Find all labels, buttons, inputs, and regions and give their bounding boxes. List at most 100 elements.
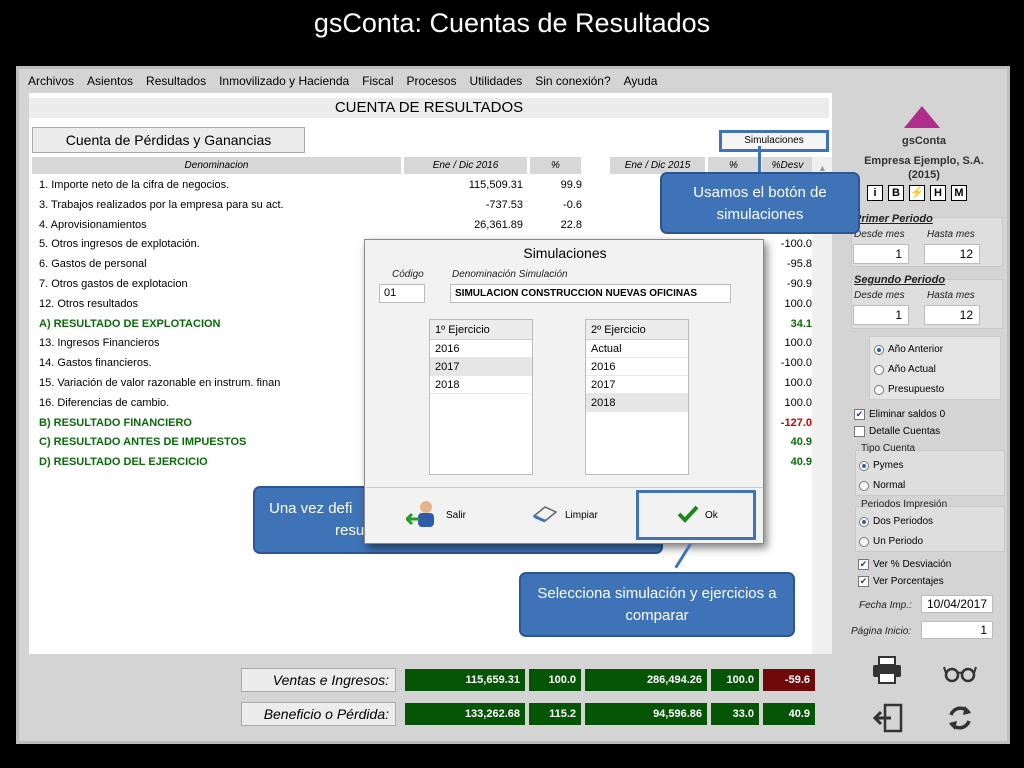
ejercicio2-item[interactable]: Actual [586, 340, 688, 358]
slide-title: gsConta: Cuentas de Resultados [313, 8, 711, 38]
checkbox-unchecked-icon[interactable] [854, 426, 865, 437]
ejercicio1-header: 1º Ejercicio [430, 320, 532, 340]
info-icon[interactable]: i [867, 185, 883, 201]
simulaciones-button[interactable]: Simulaciones [719, 130, 829, 152]
p1-desde-field[interactable]: 1 [853, 244, 909, 264]
simulaciones-dialog: Simulaciones Código Denominación Simulac… [364, 239, 764, 544]
printer-icon[interactable] [871, 655, 903, 692]
ventas-value-1: 115,659.31 [405, 669, 525, 691]
b-icon[interactable]: B [888, 185, 904, 201]
p2-desde-field[interactable]: 1 [853, 305, 909, 325]
radio-presupuesto[interactable]: Presupuesto [874, 384, 944, 395]
p1-hasta-field[interactable]: 12 [924, 244, 980, 264]
checkbox-checked-icon[interactable]: ✔ [858, 559, 869, 570]
cell-name: A) RESULTADO DE EXPLOTACION [39, 317, 221, 330]
radio-off-icon[interactable] [874, 364, 884, 375]
ejercicio2-header: 2º Ejercicio [586, 320, 688, 340]
h-icon[interactable]: H [930, 185, 946, 201]
cell-desv: -100.0 [780, 357, 812, 370]
menu-sin-conexion[interactable]: Sin conexión? [535, 74, 610, 91]
refresh-icon[interactable] [945, 703, 975, 740]
cell-desv: 34.1 [790, 317, 812, 330]
radio-pymes[interactable]: Pymes [859, 460, 904, 471]
m-icon[interactable]: M [951, 185, 967, 201]
ejercicio1-item[interactable]: 2017 [430, 358, 532, 376]
beneficio-value-2: 94,596.86 [585, 703, 707, 725]
cell-name: 1. Importe neto de la cifra de negocios. [39, 179, 230, 191]
menu-asientos[interactable]: Asientos [87, 74, 133, 91]
ventas-label: Ventas e Ingresos: [241, 668, 396, 692]
checkbox-checked-icon[interactable]: ✔ [854, 409, 865, 420]
radio-on-icon[interactable] [874, 344, 884, 355]
callout-selecciona-text: Selecciona simulación y ejercicios a com… [537, 585, 777, 624]
cell-desv: 40.9 [790, 456, 812, 469]
radio-dos-periodos[interactable]: Dos Periodos [859, 516, 933, 527]
salir-button[interactable]: Salir [404, 488, 466, 542]
cell-v1: 115,509.31 [468, 179, 523, 191]
exit-icon[interactable] [871, 703, 903, 740]
checkbox-checked-icon[interactable]: ✔ [858, 576, 869, 587]
primer-periodo-label: Primer Periodo [854, 213, 933, 225]
radio-off-icon[interactable] [859, 536, 869, 547]
p1-hasta-label: Hasta mes [927, 229, 975, 240]
menu-utilidades[interactable]: Utilidades [470, 74, 523, 91]
detalle-cuentas-checkbox[interactable]: Detalle Cuentas [854, 426, 940, 437]
gsconta-logo-icon [904, 106, 940, 128]
radio-un-periodo-label: Un Periodo [873, 536, 924, 547]
radio-anio-anterior[interactable]: Año Anterior [874, 344, 943, 355]
cell-v1: -737.53 [485, 198, 523, 211]
ver-desviacion-checkbox[interactable]: ✔ Ver % Desviación [858, 559, 951, 570]
ejercicio1-list[interactable]: 1º Ejercicio 2016 2017 2018 [429, 319, 533, 475]
menu-archivos[interactable]: Archivos [28, 74, 74, 91]
denominacion-field[interactable]: SIMULACION CONSTRUCCION NUEVAS OFICINAS [450, 284, 731, 303]
radio-un-periodo[interactable]: Un Periodo [859, 536, 923, 547]
fecha-field[interactable]: 10/04/2017 [921, 595, 993, 613]
cell-p1: -0.6 [563, 198, 582, 211]
radio-anio-actual[interactable]: Año Actual [874, 364, 936, 375]
ejercicio1-item[interactable]: 2016 [430, 340, 532, 358]
ejercicio2-item[interactable]: 2017 [586, 376, 688, 394]
ver-porcentajes-checkbox[interactable]: ✔ Ver Porcentajes [858, 576, 944, 587]
cell-name: 16. Diferencias de cambio. [39, 396, 170, 409]
codigo-field[interactable]: 01 [379, 284, 425, 303]
cell-name: 14. Gastos financieros. [39, 357, 152, 370]
col-period1[interactable]: Ene / Dic 2016 [404, 157, 528, 174]
menu-fiscal[interactable]: Fiscal [362, 74, 393, 91]
ejercicio2-item[interactable]: 2018 [586, 394, 688, 412]
lightning-icon[interactable]: ⚡ [909, 185, 925, 201]
logo-text: gsConta [902, 135, 946, 147]
beneficio-pct-2: 33.0 [711, 703, 759, 725]
menu-ayuda[interactable]: Ayuda [624, 74, 658, 91]
radio-off-icon[interactable] [859, 480, 869, 491]
eliminar-saldos-checkbox[interactable]: ✔ Eliminar saldos 0 [854, 409, 945, 420]
menu-procesos[interactable]: Procesos [407, 74, 457, 91]
eraser-icon [531, 504, 559, 527]
preview-glasses-icon[interactable] [943, 661, 977, 692]
ventas-pct-1: 100.0 [529, 669, 581, 691]
radio-on-icon[interactable] [859, 460, 869, 471]
cell-desv: -90.9 [786, 277, 812, 290]
pagina-field[interactable]: 1 [921, 621, 993, 639]
segundo-periodo-label: Segundo Periodo [854, 274, 946, 286]
radio-off-icon[interactable] [874, 384, 884, 395]
menu-resultados[interactable]: Resultados [146, 74, 206, 91]
ventas-desv: -59.6 [763, 669, 815, 691]
menu-inmovilizado[interactable]: Inmovilizado y Hacienda [219, 74, 349, 91]
ok-label: Ok [705, 509, 718, 521]
p2-desde-label: Desde mes [854, 290, 905, 301]
col-denominacion[interactable]: Denominacion [32, 157, 402, 174]
ejercicio1-item[interactable]: 2018 [430, 376, 532, 394]
beneficio-value-1: 133,262.68 [405, 703, 525, 725]
ejercicio2-list[interactable]: 2º Ejercicio Actual 2016 2017 2018 [585, 319, 689, 475]
cell-v1: 26,361.89 [474, 218, 523, 231]
p2-hasta-field[interactable]: 12 [924, 305, 980, 325]
dialog-title: Simulaciones [523, 245, 607, 261]
col-pct1[interactable]: % [530, 157, 582, 174]
cell-name: 6. Gastos de personal [39, 258, 147, 271]
radio-on-icon[interactable] [859, 516, 869, 527]
ok-button[interactable]: Ok [636, 490, 756, 540]
ejercicio2-item[interactable]: 2016 [586, 358, 688, 376]
tab-perdidas-ganancias[interactable]: Cuenta de Pérdidas y Ganancias [32, 127, 305, 153]
radio-normal[interactable]: Normal [859, 480, 905, 491]
limpiar-button[interactable]: Limpiar [531, 488, 598, 542]
